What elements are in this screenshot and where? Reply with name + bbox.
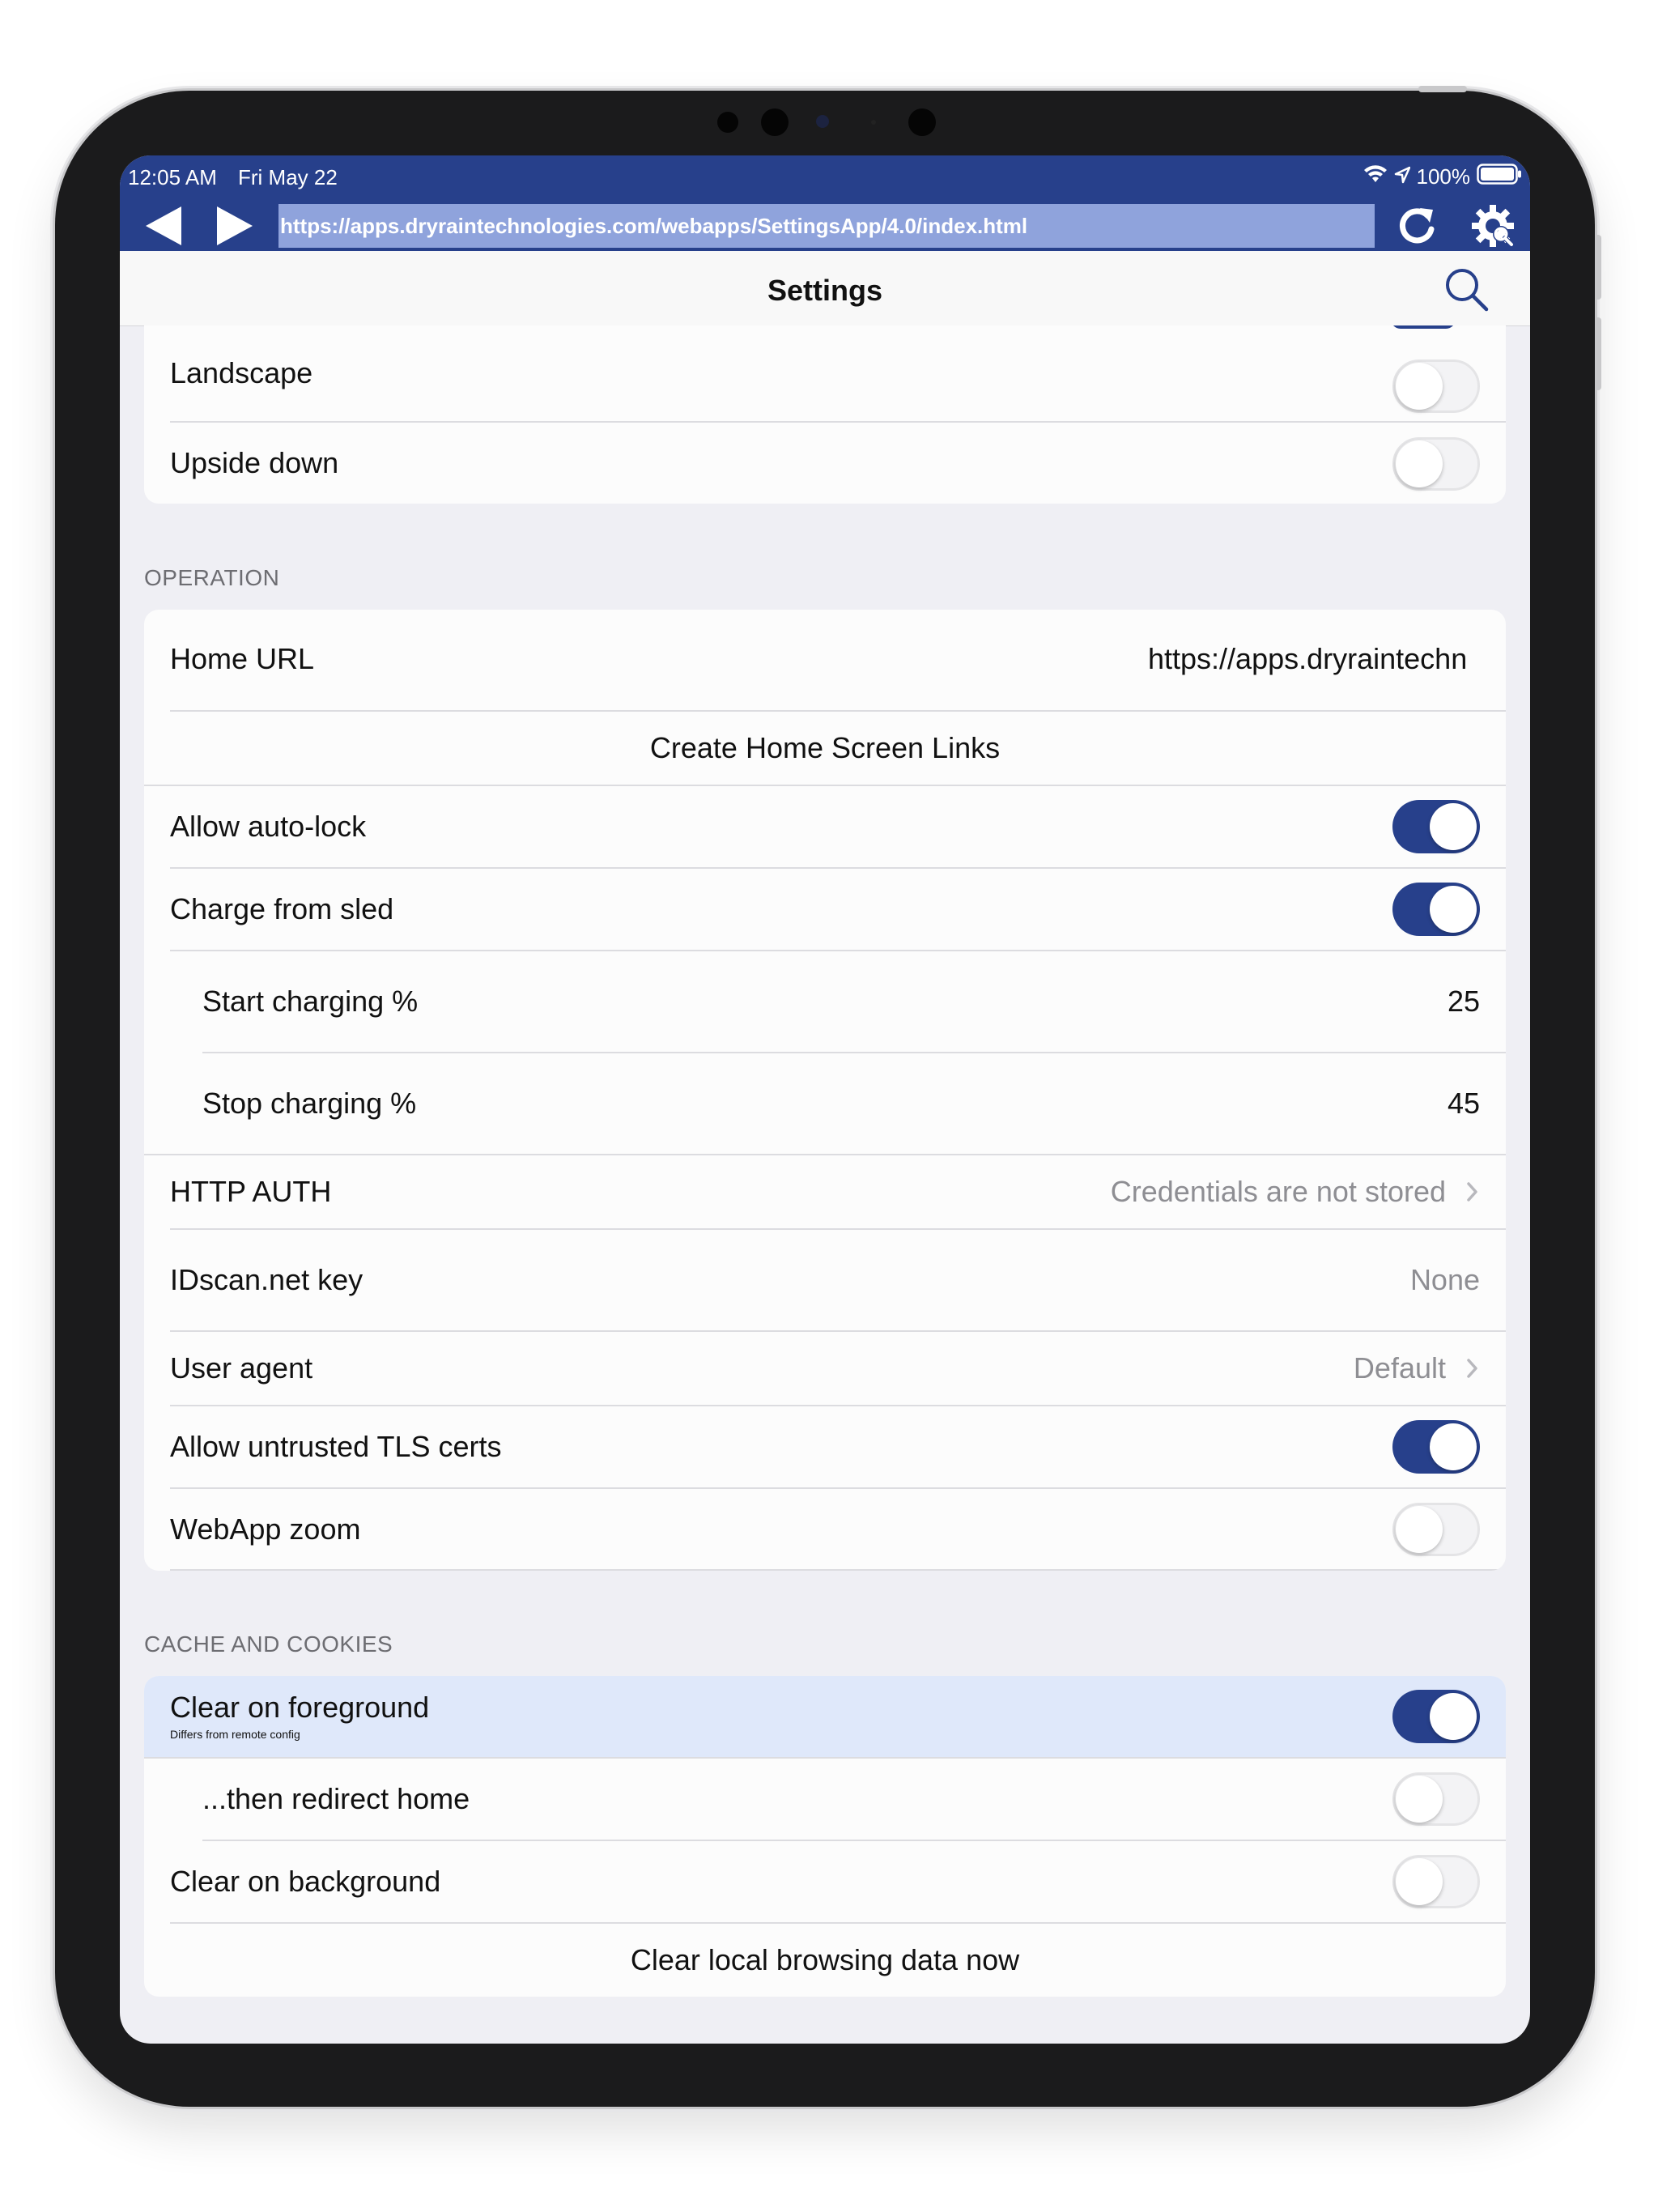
section-header-cache: CACHE AND COOKIES <box>144 1631 393 1657</box>
clear-background-row: Clear on background <box>144 1841 1506 1922</box>
redirect-home-toggle[interactable] <box>1392 1772 1480 1826</box>
wifi-icon <box>1363 164 1388 189</box>
page-title: Settings <box>767 274 882 307</box>
untrusted-tls-row: Allow untrusted TLS certs <box>144 1406 1506 1487</box>
status-date: Fri May 22 <box>238 165 338 189</box>
search-icon[interactable] <box>1443 266 1491 314</box>
user-agent-value: Default <box>1353 1351 1446 1385</box>
home-url-value[interactable]: https://apps.dryraintechn <box>1148 642 1480 676</box>
section-header-operation: OPERATION <box>144 565 280 590</box>
start-charging-row[interactable]: Start charging % 25 <box>144 951 1506 1052</box>
home-url-row[interactable]: Home URL https://apps.dryraintechn <box>144 610 1506 710</box>
top-button <box>1418 86 1467 92</box>
charge-from-sled-row: Charge from sled <box>144 869 1506 950</box>
chevron-right-icon <box>1464 1352 1482 1385</box>
volume-down-button <box>1595 317 1601 390</box>
idscan-key-label: IDscan.net key <box>170 1263 363 1296</box>
location-arrow-icon <box>1394 164 1410 189</box>
redirect-home-label: ...then redirect home <box>202 1782 470 1815</box>
start-charging-value[interactable]: 25 <box>1448 985 1480 1019</box>
clear-foreground-label: Clear on foreground <box>170 1691 430 1724</box>
orientation-group: Landscape Upside down <box>144 325 1506 504</box>
cache-group: Clear on foreground Differs from remote … <box>144 1676 1506 1997</box>
url-field[interactable]: https://apps.dryraintechnologies.com/web… <box>278 204 1375 248</box>
browser-toolbar: https://apps.dryraintechnologies.com/web… <box>120 201 1530 251</box>
upside-down-label: Upside down <box>170 446 339 479</box>
reload-icon[interactable] <box>1389 198 1444 253</box>
volume-up-button <box>1595 235 1601 300</box>
create-home-screen-links-button[interactable]: Create Home Screen Links <box>144 731 1506 765</box>
back-arrow-icon[interactable] <box>136 198 191 253</box>
allow-autolock-label: Allow auto-lock <box>170 810 367 843</box>
start-charging-label: Start charging % <box>202 985 419 1018</box>
webapp-zoom-row: WebApp zoom <box>144 1489 1506 1570</box>
untrusted-tls-toggle[interactable] <box>1392 1420 1480 1474</box>
http-auth-value: Credentials are not stored <box>1110 1175 1446 1208</box>
battery-percent: 100% <box>1416 164 1471 189</box>
allow-autolock-row: Allow auto-lock <box>144 786 1506 867</box>
ipad-screen: 12:05 AM Fri May 22 100% https://apps.dr… <box>120 155 1530 2044</box>
stop-charging-row[interactable]: Stop charging % 45 <box>144 1053 1506 1154</box>
landscape-label: Landscape <box>170 356 313 389</box>
clear-background-label: Clear on background <box>170 1865 441 1898</box>
redirect-home-row: ...then redirect home <box>144 1759 1506 1840</box>
idscan-key-row[interactable]: IDscan.net key None <box>144 1230 1506 1330</box>
forward-arrow-icon[interactable] <box>207 198 262 253</box>
gear-icon[interactable] <box>1465 198 1520 253</box>
operation-group: Home URL https://apps.dryraintechn Creat… <box>144 610 1506 1571</box>
stop-charging-value[interactable]: 45 <box>1448 1087 1480 1121</box>
idscan-key-value[interactable]: None <box>1410 1263 1480 1297</box>
webapp-zoom-label: WebApp zoom <box>170 1512 361 1546</box>
untrusted-tls-label: Allow untrusted TLS certs <box>170 1430 502 1463</box>
status-time: 12:05 AM <box>128 165 217 189</box>
battery-icon <box>1477 164 1522 190</box>
webapp-zoom-toggle[interactable] <box>1392 1503 1480 1556</box>
http-auth-row[interactable]: HTTP AUTH Credentials are not stored <box>144 1155 1506 1228</box>
user-agent-label: User agent <box>170 1351 313 1385</box>
front-camera-array <box>712 105 955 138</box>
chevron-right-icon <box>1464 1176 1482 1208</box>
stop-charging-label: Stop charging % <box>202 1087 417 1120</box>
home-url-label: Home URL <box>170 642 315 675</box>
charge-from-sled-label: Charge from sled <box>170 892 394 925</box>
landscape-toggle[interactable] <box>1392 359 1480 413</box>
clear-foreground-row: Clear on foreground Differs from remote … <box>144 1676 1506 1757</box>
navigation-bar: Settings <box>120 251 1530 326</box>
allow-autolock-toggle[interactable] <box>1392 800 1480 853</box>
upside-down-toggle[interactable] <box>1392 437 1480 491</box>
status-bar: 12:05 AM Fri May 22 100% <box>120 155 1530 201</box>
clear-local-browsing-data-button[interactable]: Clear local browsing data now <box>144 1943 1506 1977</box>
clear-foreground-toggle[interactable] <box>1392 1690 1480 1743</box>
user-agent-row[interactable]: User agent Default <box>144 1332 1506 1405</box>
clear-foreground-sublabel: Differs from remote config <box>170 1728 300 1741</box>
landscape-row: Landscape <box>144 325 1506 421</box>
clear-background-toggle[interactable] <box>1392 1855 1480 1908</box>
charge-from-sled-toggle[interactable] <box>1392 883 1480 936</box>
http-auth-label: HTTP AUTH <box>170 1175 332 1208</box>
upside-down-row: Upside down <box>144 423 1506 504</box>
